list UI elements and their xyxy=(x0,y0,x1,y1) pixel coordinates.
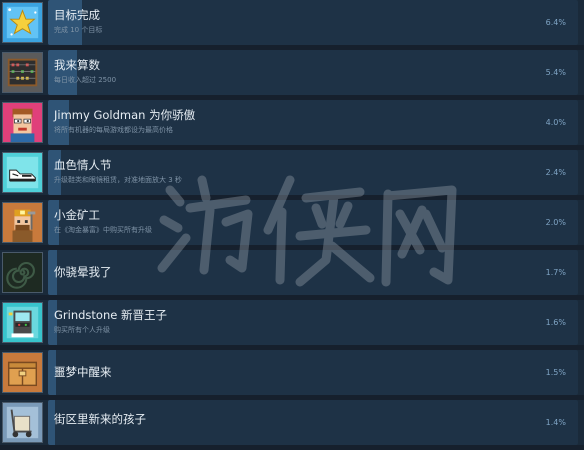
achievement-panel: 噩梦中醒来 1.5% xyxy=(48,350,578,395)
achievement-percent: 1.7% xyxy=(545,268,566,277)
achievement-title: 噩梦中醒来 xyxy=(54,365,112,379)
achievement-panel: 我来算数 每日收入超过 2500 5.4% xyxy=(48,50,578,95)
arcade-cabinet-icon xyxy=(2,302,43,343)
achievement-panel: 小金矿工 在《淘金暴富》中购买所有升级 2.0% xyxy=(48,200,578,245)
achievement-row[interactable]: 血色情人节 升级鞋类和眼镜租赁，对准地面放大 3 秒 2.4% xyxy=(0,150,584,200)
achievement-title: Grindstone 新晋王子 xyxy=(54,308,167,322)
achievement-desc: 每日收入超过 2500 xyxy=(54,76,117,84)
achievement-row[interactable]: 噩梦中醒来 1.5% xyxy=(0,350,584,400)
achievement-title: 我来算数 xyxy=(54,58,100,72)
achievement-percent: 4.0% xyxy=(545,118,566,127)
abacus-icon xyxy=(2,52,43,93)
sneaker-icon xyxy=(2,152,43,193)
achievement-title: 目标完成 xyxy=(54,8,100,22)
achievement-percent: 1.5% xyxy=(545,368,566,377)
achievement-desc: 在《淘金暴富》中购买所有升级 xyxy=(54,226,152,234)
achievement-row[interactable]: 街区里新来的孩子 1.4% xyxy=(0,400,584,450)
achievement-title: 街区里新来的孩子 xyxy=(54,412,146,426)
achievement-title: Jimmy Goldman 为你骄傲 xyxy=(54,108,196,122)
achievement-panel: 血色情人节 升级鞋类和眼镜租赁，对准地面放大 3 秒 2.4% xyxy=(48,150,578,195)
achievement-row[interactable]: 目标完成 完成 10 个目标 6.4% xyxy=(0,0,584,50)
achievement-percent: 6.4% xyxy=(545,18,566,27)
achievement-row[interactable]: 你骁晕我了 1.7% xyxy=(0,250,584,300)
achievement-panel: 目标完成 完成 10 个目标 6.4% xyxy=(48,0,578,45)
achievement-panel: Grindstone 新晋王子 购买所有个人升级 1.6% xyxy=(48,300,578,345)
achievement-row[interactable]: 我来算数 每日收入超过 2500 5.4% xyxy=(0,50,584,100)
achievement-percent: 1.6% xyxy=(545,318,566,327)
achievement-desc: 升级鞋类和眼镜租赁，对准地面放大 3 秒 xyxy=(54,176,182,184)
achievement-row[interactable]: Grindstone 新晋王子 购买所有个人升级 1.6% xyxy=(0,300,584,350)
gold-miner-icon xyxy=(2,202,43,243)
hand-truck-icon xyxy=(2,402,43,443)
crate-icon xyxy=(2,352,43,393)
achievement-percent: 5.4% xyxy=(545,68,566,77)
achievement-percent: 2.4% xyxy=(545,168,566,177)
achievement-desc: 完成 10 个目标 xyxy=(54,26,103,34)
achievement-row[interactable]: Jimmy Goldman 为你骄傲 将所有机器的每局游戏都设为最高价格 4.0… xyxy=(0,100,584,150)
achievement-desc: 将所有机器的每局游戏都设为最高价格 xyxy=(54,126,173,134)
star-badge-icon xyxy=(2,2,43,43)
spiral-icon xyxy=(2,252,43,293)
achievement-title: 你骁晕我了 xyxy=(54,265,112,279)
achievement-percent: 2.0% xyxy=(545,218,566,227)
achievement-title: 小金矿工 xyxy=(54,208,100,222)
achievement-panel: 你骁晕我了 1.7% xyxy=(48,250,578,295)
achievement-panel: 街区里新来的孩子 1.4% xyxy=(48,400,578,445)
achievement-percent: 1.4% xyxy=(545,418,566,427)
achievement-desc: 购买所有个人升级 xyxy=(54,326,110,334)
jimmy-goldman-portrait-icon xyxy=(2,102,43,143)
achievement-row[interactable]: 小金矿工 在《淘金暴富》中购买所有升级 2.0% xyxy=(0,200,584,250)
achievement-title: 血色情人节 xyxy=(54,158,112,172)
achievement-panel: Jimmy Goldman 为你骄傲 将所有机器的每局游戏都设为最高价格 4.0… xyxy=(48,100,578,145)
